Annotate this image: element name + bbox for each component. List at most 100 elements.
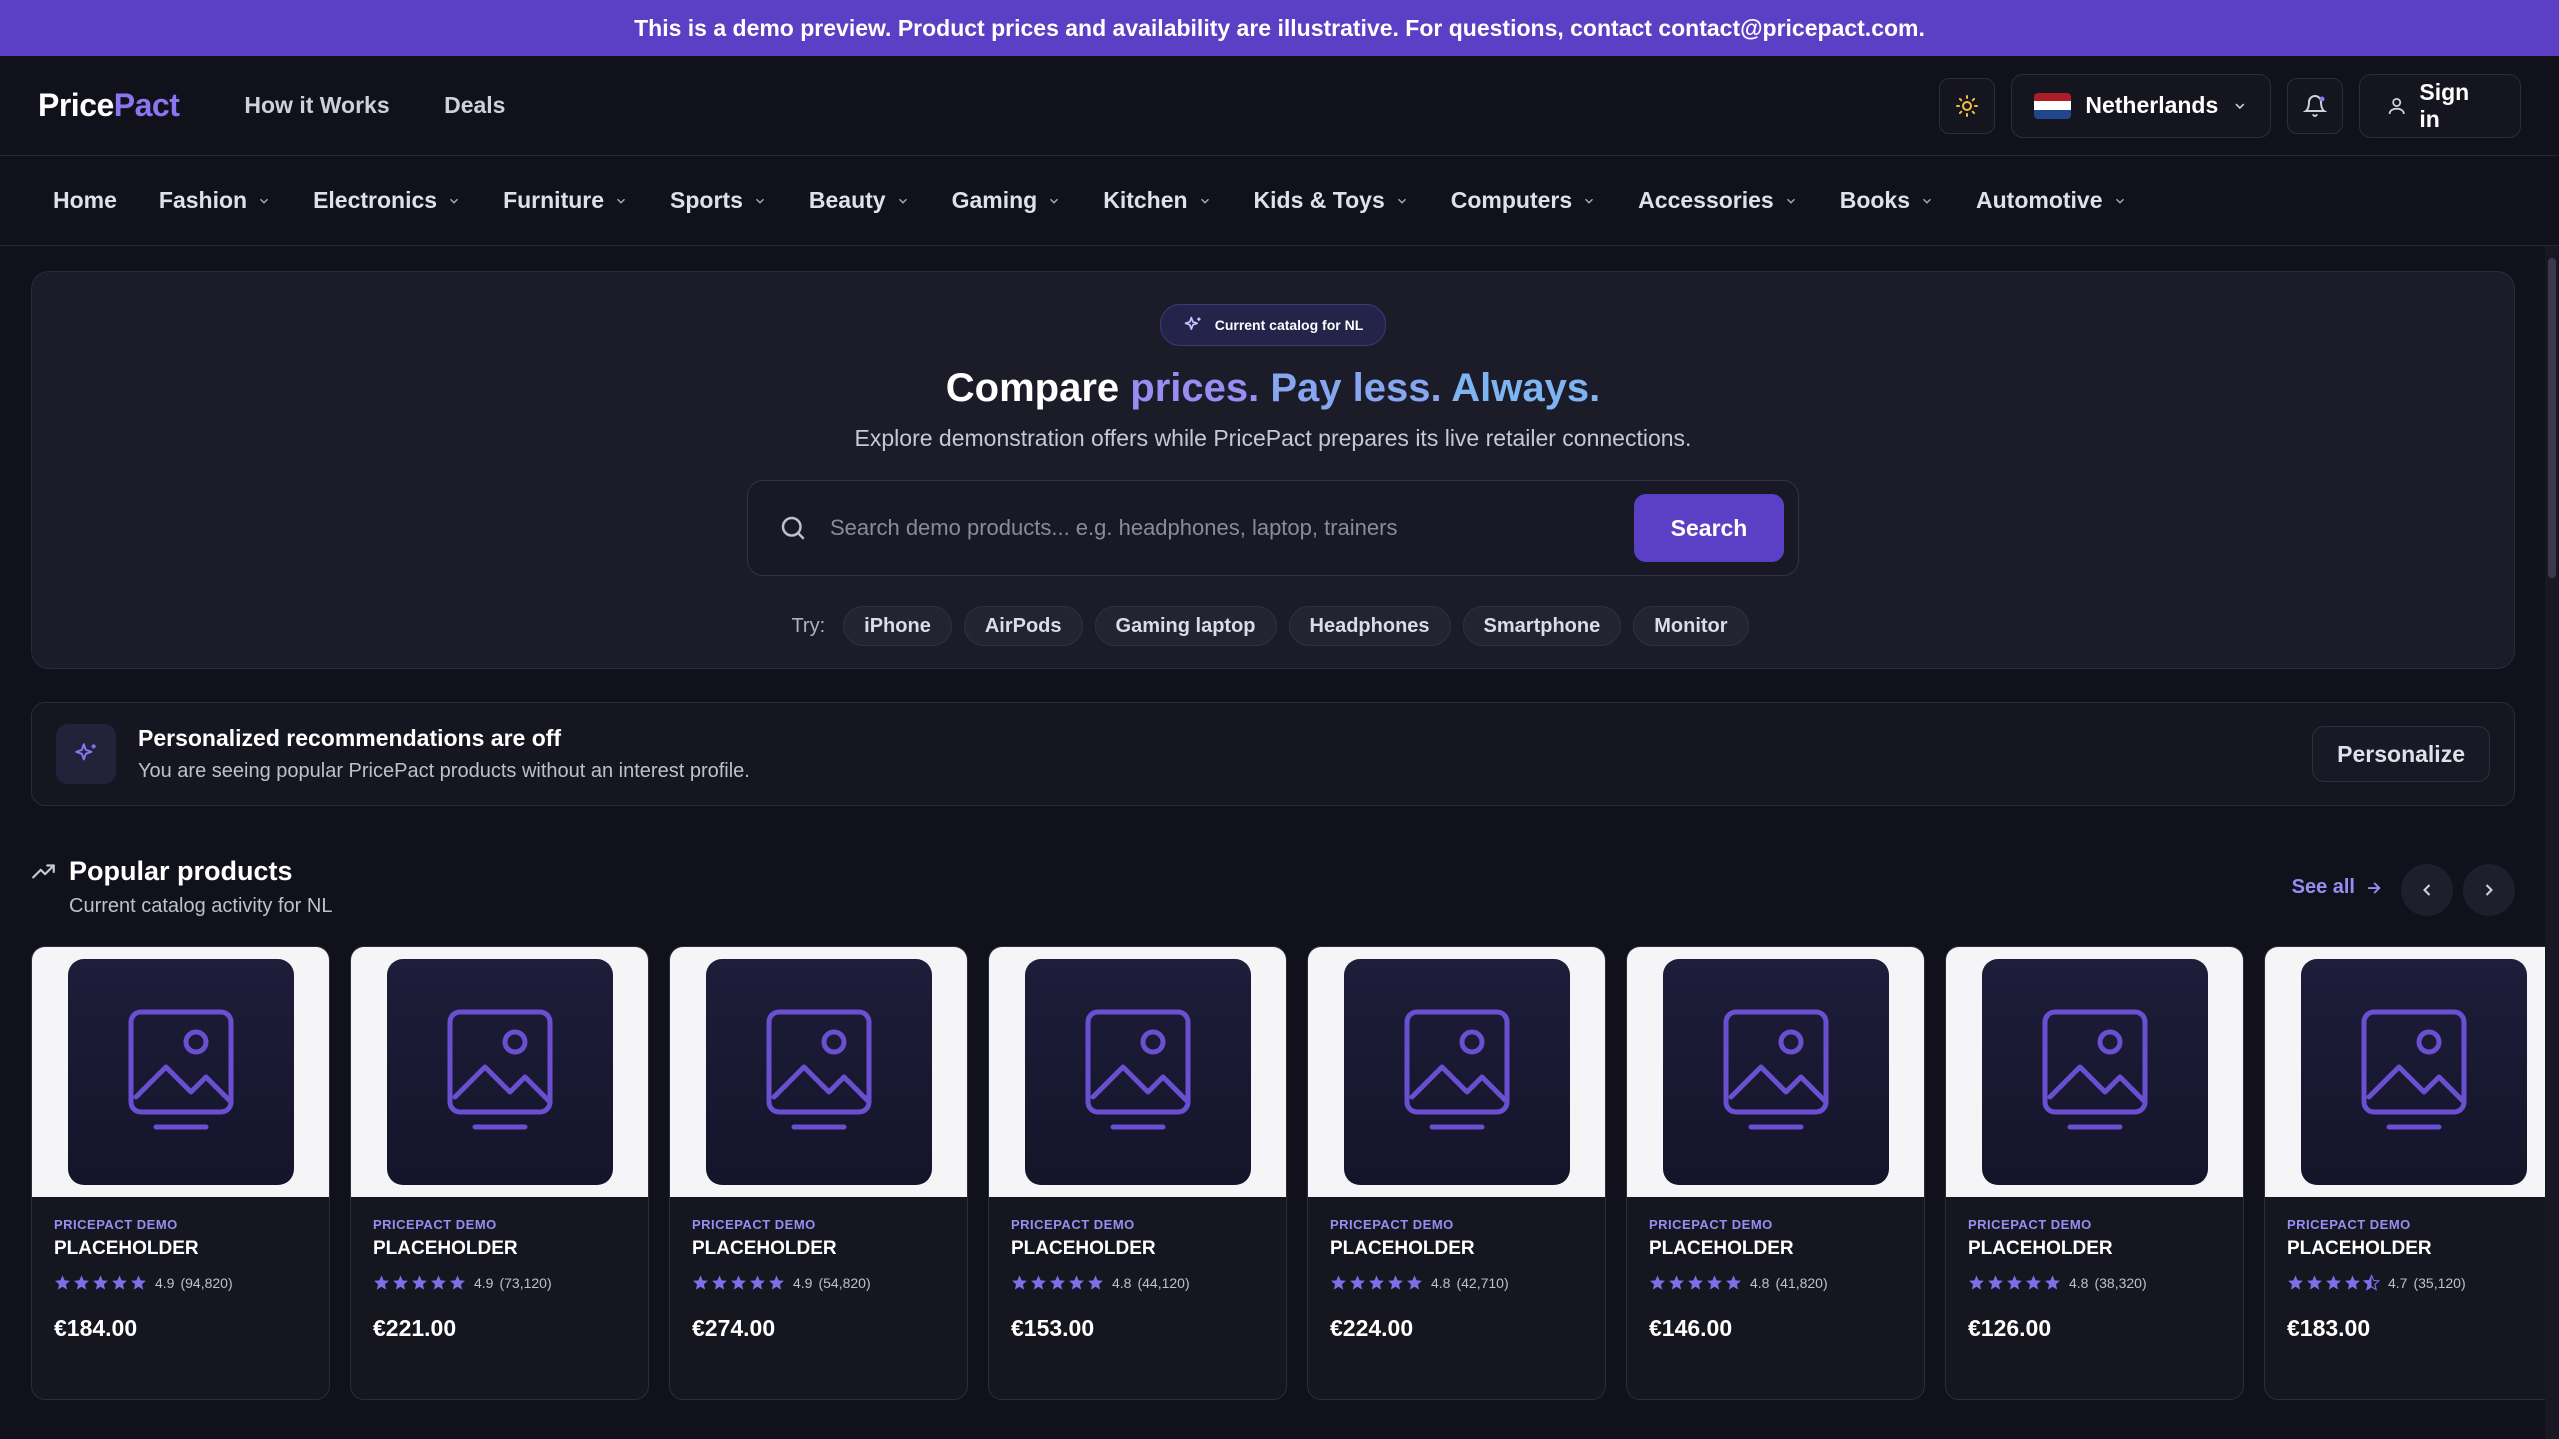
category-beauty[interactable]: Beauty: [788, 187, 931, 214]
rating-value: 4.9: [474, 1274, 494, 1291]
category-home[interactable]: Home: [32, 187, 138, 214]
product-card[interactable]: PRICEPACT DEMO PLACEHOLDER 4.9 (54,820) €274…: [669, 946, 968, 1400]
image-placeholder-icon: [1404, 1009, 1509, 1130]
category-label: Books: [1839, 187, 1911, 213]
category-books[interactable]: Books: [1819, 187, 1955, 214]
rating-count: (73,120): [499, 1274, 552, 1291]
search-input[interactable]: Search demo products... e.g. headphones,…: [830, 515, 1634, 541]
product-name: PLACEHOLDER: [692, 1238, 837, 1259]
image-placeholder-icon: [2042, 1009, 2147, 1130]
try-chip[interactable]: Gaming laptop: [1094, 606, 1277, 646]
product-card[interactable]: PRICEPACT DEMO PLACEHOLDER 4.7 (35,120) €183…: [2264, 946, 2547, 1400]
hero-subtitle: Explore demonstration offers while Price…: [854, 425, 1692, 451]
product-image: [2300, 959, 2527, 1185]
nav-deals[interactable]: Deals: [444, 92, 505, 118]
category-sports[interactable]: Sports: [649, 187, 788, 214]
product-brand: PRICEPACT DEMO: [1968, 1217, 2092, 1232]
star-icon: [1031, 1275, 1046, 1290]
product-brand: PRICEPACT DEMO: [373, 1217, 497, 1232]
catalog-pill-text: Current catalog for NL: [1214, 317, 1364, 333]
scrollbar-thumb[interactable]: [2548, 258, 2556, 578]
product-image: [1662, 959, 1889, 1185]
product-image: [1343, 959, 1570, 1185]
star-icon: [412, 1275, 427, 1290]
category-electronics[interactable]: Electronics: [292, 187, 482, 214]
product-price: €221.00: [373, 1315, 457, 1341]
product-image-area: [351, 947, 648, 1197]
product-rating: 4.8 (44,120): [1011, 1274, 1264, 1291]
category-label: Furniture: [503, 187, 605, 213]
personalize-title: Personalized recommendations are off: [138, 725, 562, 751]
category-furniture[interactable]: Furniture: [482, 187, 649, 214]
product-name: PLACEHOLDER: [1649, 1238, 1794, 1259]
chevron-down-icon: [617, 198, 626, 204]
carousel-next-button[interactable]: [2463, 864, 2515, 916]
category-fashion[interactable]: Fashion: [138, 187, 292, 214]
category-label: Home: [53, 187, 117, 213]
star-icon: [2345, 1275, 2360, 1290]
product-card[interactable]: PRICEPACT DEMO PLACEHOLDER 4.8 (44,120) €153…: [988, 946, 1287, 1400]
try-chip[interactable]: AirPods: [963, 606, 1083, 646]
category-accessories[interactable]: Accessories: [1617, 187, 1819, 214]
logo-text-pact: Pact: [113, 87, 180, 123]
product-card[interactable]: PRICEPACT DEMO PLACEHOLDER 4.8 (42,710) €224…: [1307, 946, 1606, 1400]
scrollbar[interactable]: [2545, 246, 2559, 1439]
product-rating: 4.9 (94,820): [54, 1274, 307, 1291]
nav-how-it-works[interactable]: How it Works: [244, 92, 389, 118]
star-icon: [2326, 1275, 2341, 1290]
search-button[interactable]: Search: [1634, 494, 1784, 562]
chevron-down-icon: [898, 198, 907, 204]
country-selector[interactable]: Netherlands: [2011, 73, 2271, 138]
rating-count: (42,710): [1456, 1274, 1509, 1291]
theme-toggle-button[interactable]: [1939, 77, 1995, 134]
category-gaming[interactable]: Gaming: [931, 187, 1083, 214]
top-nav: How it Works Deals: [219, 92, 530, 119]
catalog-pill: Current catalog for NL: [1159, 304, 1387, 346]
product-card[interactable]: PRICEPACT DEMO PLACEHOLDER 4.9 (94,820) €184…: [31, 946, 330, 1400]
category-kids-toys[interactable]: Kids & Toys: [1233, 187, 1430, 214]
personalize-desc: You are seeing popular PricePact product…: [138, 760, 750, 782]
star-icon: [1726, 1275, 1741, 1290]
category-kitchen[interactable]: Kitchen: [1082, 187, 1232, 214]
see-all-link[interactable]: See all: [2292, 876, 2383, 899]
try-chip[interactable]: Headphones: [1288, 606, 1451, 646]
try-chip[interactable]: iPhone: [843, 606, 952, 646]
star-icon: [769, 1275, 784, 1290]
product-brand: PRICEPACT DEMO: [1649, 1217, 1773, 1232]
chevron-down-icon: [1786, 198, 1795, 204]
category-label: Automotive: [1976, 187, 2103, 213]
notifications-button[interactable]: [2287, 77, 2343, 134]
category-computers[interactable]: Computers: [1430, 187, 1617, 214]
personalize-button[interactable]: Personalize: [2312, 726, 2490, 782]
sign-in-button[interactable]: Sign in: [2359, 73, 2521, 138]
chevron-right-icon: [2485, 884, 2493, 896]
product-card[interactable]: PRICEPACT DEMO PLACEHOLDER 4.9 (73,120) €221…: [350, 946, 649, 1400]
star-icon: [2288, 1275, 2303, 1290]
star-icon: [2307, 1275, 2322, 1290]
product-price: €183.00: [2287, 1315, 2371, 1341]
see-all-label: See all: [2291, 876, 2355, 898]
try-suggestions: Try: iPhone AirPods Gaming laptop Headphone…: [32, 606, 2514, 646]
try-chip[interactable]: Smartphone: [1462, 606, 1622, 646]
star-icon: [131, 1275, 146, 1290]
product-name: PLACEHOLDER: [1968, 1238, 2113, 1259]
product-card[interactable]: PRICEPACT DEMO PLACEHOLDER 4.8 (38,320) €126…: [1945, 946, 2244, 1400]
carousel-prev-button[interactable]: [2401, 864, 2453, 916]
star-icon: [1969, 1275, 1984, 1290]
try-chip[interactable]: Monitor: [1633, 606, 1749, 646]
product-image-area: [32, 947, 329, 1197]
product-card[interactable]: PRICEPACT DEMO PLACEHOLDER 4.8 (41,820) €146…: [1626, 946, 1925, 1400]
star-icon: [1331, 1275, 1346, 1290]
logo[interactable]: PricePact: [38, 87, 180, 124]
product-rating: 4.8 (42,710): [1330, 1274, 1583, 1291]
country-label: Netherlands: [2085, 92, 2219, 118]
netherlands-flag-icon: [2034, 92, 2072, 119]
product-image-area: [989, 947, 1286, 1197]
search-bar: Search demo products... e.g. headphones,…: [747, 480, 1799, 576]
arrow-right-icon: [2367, 882, 2381, 893]
search-icon: [781, 516, 805, 540]
product-rating: 4.9 (73,120): [373, 1274, 626, 1291]
category-automotive[interactable]: Automotive: [1955, 187, 2148, 214]
star-icon: [431, 1275, 446, 1290]
star-icon: [731, 1275, 746, 1290]
